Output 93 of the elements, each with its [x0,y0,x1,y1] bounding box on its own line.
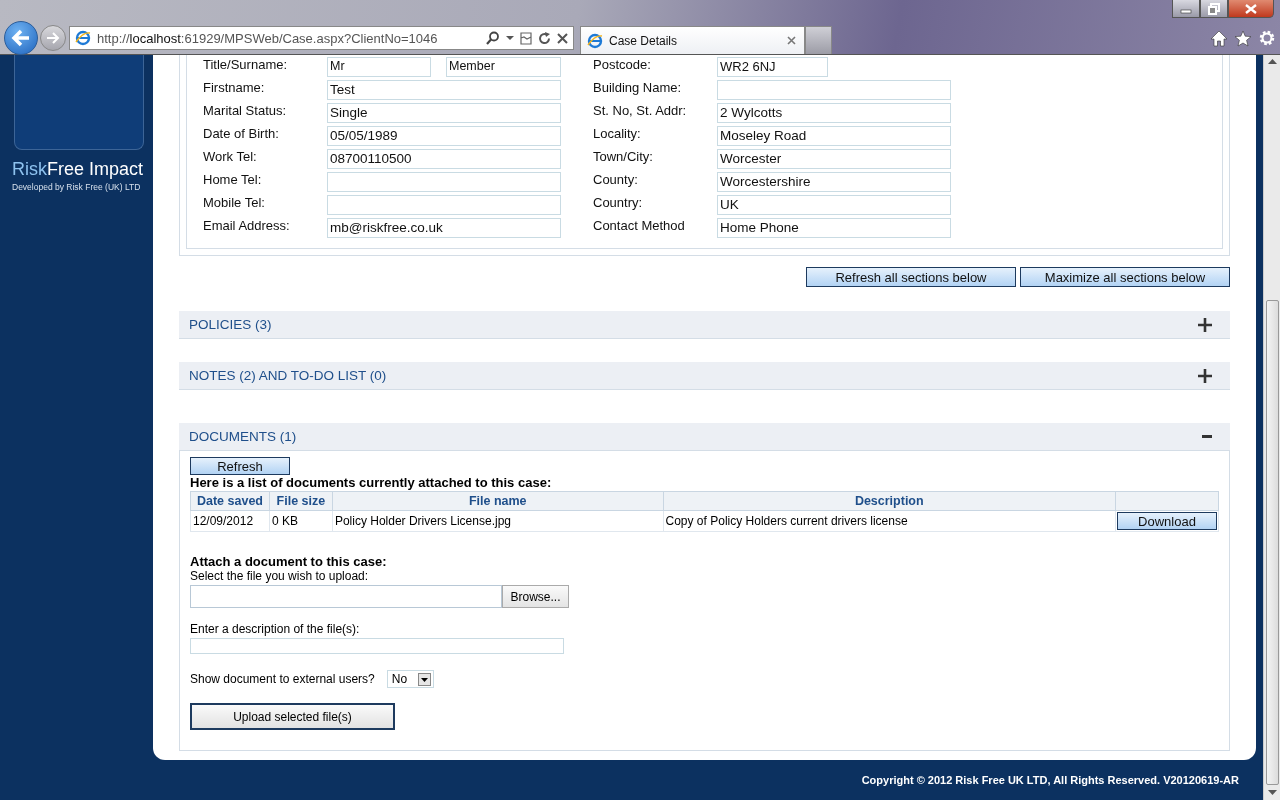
field-label: Home Tel: [203,172,263,187]
field-label: Firstname: [203,80,266,95]
description-input-field[interactable] [190,638,564,654]
input-field[interactable]: Member [446,57,561,77]
section-header[interactable]: POLICIES (3) [179,311,1230,339]
file-input-field[interactable] [190,585,502,608]
field-label: St. No, St. Addr: [593,103,688,118]
close-icon [1245,3,1257,14]
table-cell: 12/09/2012 [190,510,270,532]
caret-icon[interactable] [506,35,514,41]
table-cell: 0 KB [269,510,333,532]
input-field[interactable]: Home Phone [717,218,951,238]
section-action-button[interactable]: Maximize all sections below [1020,267,1230,287]
globe-e-icon [587,32,603,49]
scrollbar-thumb[interactable] [1265,300,1279,785]
tab-title: Case Details [609,33,679,48]
plus-icon[interactable] [1198,317,1212,332]
forward-arrow-icon [46,32,60,44]
input-field[interactable]: Single [327,103,561,123]
file-label: Select the file you wish to upload: [190,569,369,583]
stop-icon[interactable] [557,32,568,44]
description-label: Enter a description of the file(s): [190,622,360,636]
scrollbar[interactable] [1263,55,1280,800]
restore-button[interactable] [1200,0,1228,18]
down-arrow-icon[interactable] [1267,790,1277,796]
minus-icon[interactable] [1202,434,1212,439]
column-header: File name [332,491,663,511]
input-field[interactable]: 08700110500 [327,149,561,169]
column-header: File size [269,491,333,511]
upload-button[interactable]: Upload selected file(s) [190,703,395,730]
settings-icon[interactable] [1258,29,1276,47]
star-icon[interactable] [1234,29,1252,47]
field-label: Postcode: [593,57,652,72]
field-label: Date of Birth: [203,126,280,141]
up-arrow-icon[interactable] [1267,59,1277,65]
back-arrow-icon [11,29,31,47]
table-cell: Policy Holder Drivers License.jpg [332,510,663,532]
minimize-button[interactable] [1172,0,1200,18]
download-button[interactable]: Download [1117,512,1217,530]
field-label: Contact Method [593,218,686,233]
caret-icon [417,672,431,686]
url-text: http://localhost:61929/MPSWeb/Case.aspx?ClientNo=1046 [97,30,439,46]
input-field[interactable] [327,172,561,192]
address-bar[interactable]: http://localhost:61929/MPSWeb/Case.aspx?ClientNo=1046 [69,26,574,50]
search-icon[interactable] [486,31,500,45]
refresh-icon[interactable] [538,31,551,45]
browser-tab[interactable]: Case Details [580,26,805,54]
table-cell: Copy of Policy Holders current drivers license [663,510,1116,532]
input-field[interactable]: Worcester [717,149,951,169]
globe-e-icon [75,30,91,46]
input-field[interactable]: Test [327,80,561,100]
copyright-text: Copyright © 2012 Risk Free UK LTD, All Rights Reserved. V20120619-AR [861,774,1239,786]
close-button[interactable] [1228,0,1274,18]
input-field[interactable]: Worcestershire [717,172,951,192]
field-label: Mobile Tel: [203,195,266,210]
section-header[interactable]: DOCUMENTS (1) [179,423,1230,451]
section-header[interactable]: NOTES (2) AND TO-DO LIST (0) [179,362,1230,390]
input-field[interactable]: Moseley Road [717,126,951,146]
section-action-button[interactable]: Refresh all sections below [806,267,1016,287]
browse-button[interactable]: Browse... [502,585,569,608]
field-label: County: [593,172,639,187]
field-label: Email Address: [203,218,291,233]
documents-intro: Here is a list of documents currently attached to this case: [190,475,552,490]
column-header: Description [663,491,1116,511]
input-field[interactable]: mb@riskfree.co.uk [327,218,561,238]
external-users-label: Show document to external users? [190,672,375,686]
field-label: Work Tel: [203,149,258,164]
restore-icon [1208,2,1220,15]
external-users-dropdown[interactable]: No [386,670,434,688]
close-icon[interactable] [787,36,796,45]
field-label: Title/Surname: [203,57,289,72]
field-label: Marital Status: [203,103,288,118]
brand-name: RiskFree Impact [12,159,144,180]
field-label: Town/City: [593,149,654,164]
input-field[interactable] [717,80,951,100]
forward-button[interactable] [40,25,66,51]
plus-icon[interactable] [1198,368,1212,383]
back-button[interactable] [4,21,38,55]
input-field[interactable]: Mr [327,57,431,77]
refresh-button[interactable]: Refresh [190,457,290,475]
input-field[interactable]: 05/05/1989 [327,126,561,146]
column-header: Date saved [190,491,270,511]
input-field[interactable]: 2 Wylcotts [717,103,951,123]
input-field[interactable] [327,195,561,215]
home-icon[interactable] [1210,29,1228,47]
field-label: Building Name: [593,80,683,95]
attach-heading: Attach a document to this case: [190,554,387,569]
brand-tagline: Developed by Risk Free (UK) LTD [12,182,141,192]
field-label: Country: [593,195,644,210]
field-label: Locality: [593,126,642,141]
input-field[interactable]: WR2 6NJ [717,57,828,77]
input-field[interactable]: UK [717,195,951,215]
torn-page-icon[interactable] [520,31,532,45]
